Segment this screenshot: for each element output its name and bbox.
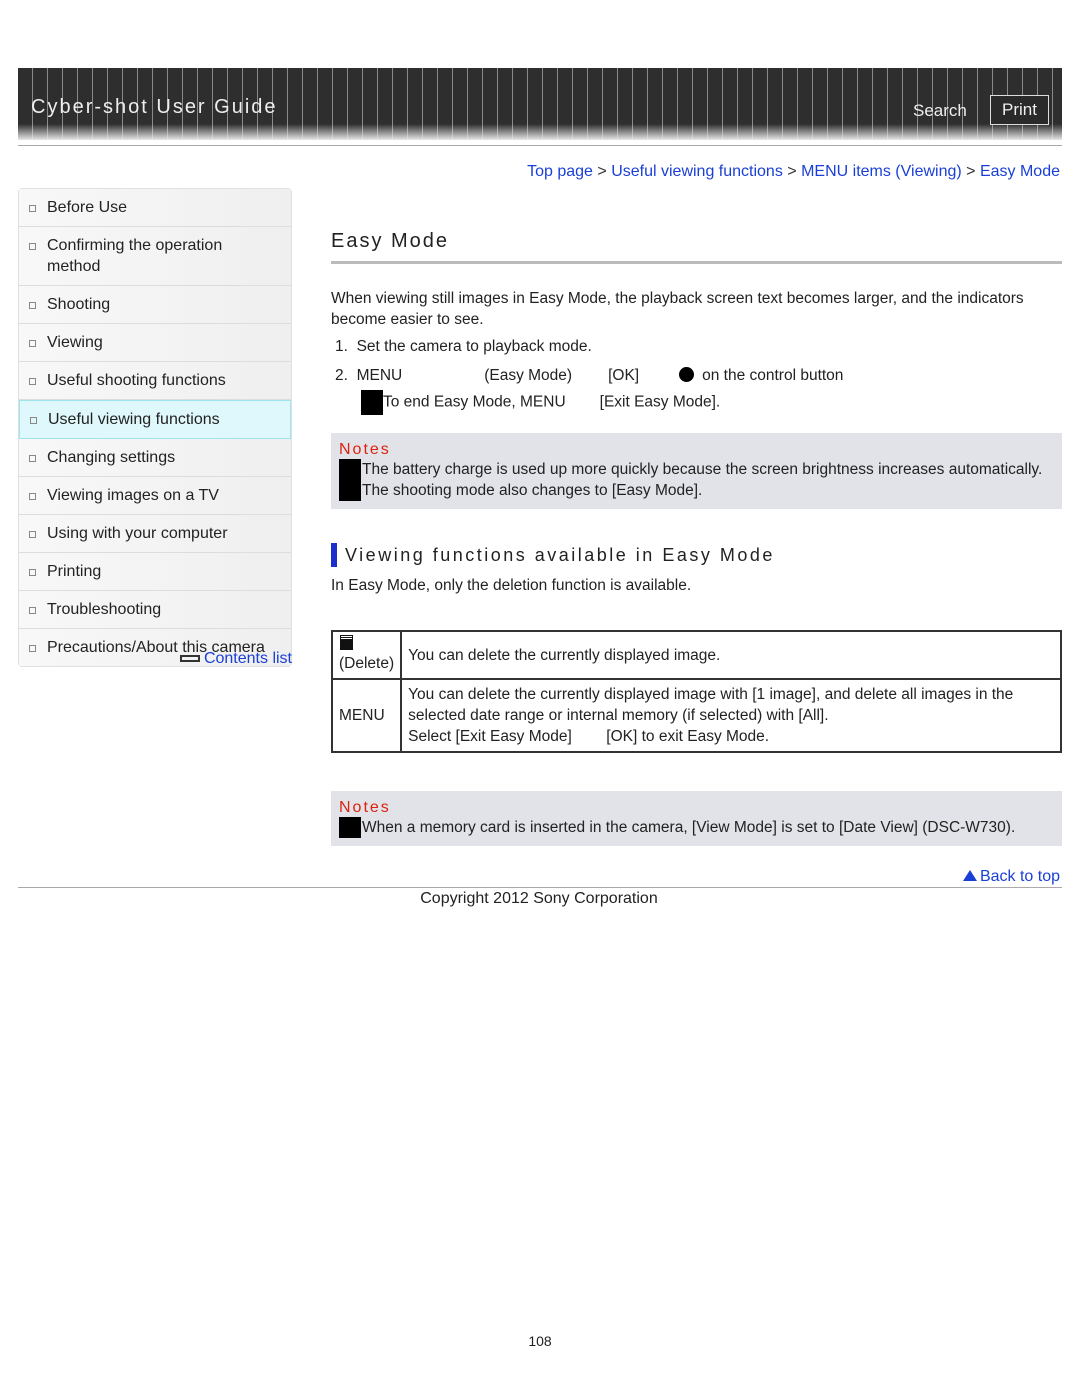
note-line: The battery charge is used up more quick…	[362, 461, 1043, 478]
sidebar-item-label: Confirming the operation method	[47, 237, 223, 275]
note-mark-icon	[339, 459, 361, 501]
table-value-cell: You can delete the currently displayed i…	[400, 678, 1062, 753]
sidebar-item-useful-shooting[interactable]: Useful shooting functions	[19, 362, 291, 400]
breadcrumb-separator: >	[597, 163, 607, 180]
notes-box: Notes The battery charge is used up more…	[331, 433, 1062, 509]
sidebar-item-changing-settings[interactable]: Changing settings	[19, 439, 291, 477]
bullet-icon	[29, 205, 36, 212]
step-note: To end Easy Mode, MENU [Exit Easy Mode].	[331, 390, 1062, 415]
search-button[interactable]: Search	[913, 101, 967, 121]
contents-list-link[interactable]: Contents list	[179, 650, 292, 668]
breadcrumb-separator: >	[966, 163, 976, 180]
sidebar-item-printing[interactable]: Printing	[19, 553, 291, 591]
sidebar-item-label: Using with your computer	[47, 525, 228, 542]
bullet-icon	[29, 645, 36, 652]
guide-title: Cyber-shot User Guide	[31, 96, 278, 118]
sidebar-item-viewing[interactable]: Viewing	[19, 324, 291, 362]
sidebar-item-label: Changing settings	[47, 449, 176, 466]
sidebar-item-confirming[interactable]: Confirming the operation method	[19, 227, 291, 286]
step-number: 1.	[335, 338, 348, 355]
table-key-cell: MENU	[330, 678, 403, 753]
notes-heading: Notes	[339, 441, 391, 458]
arrow-icon	[179, 655, 200, 663]
table-row: MENU You can delete the currently displa…	[330, 678, 1062, 753]
bullet-icon	[29, 493, 36, 500]
sidebar-item-troubleshooting[interactable]: Troubleshooting	[19, 591, 291, 629]
header-banner: Cyber-shot User Guide Search Print	[18, 68, 1062, 140]
breadcrumb-separator: >	[787, 163, 797, 180]
copyright: Copyright 2012 Sony Corporation	[420, 890, 658, 907]
sidebar-nav: Before Use Confirming the operation meth…	[18, 188, 292, 667]
header-divider	[18, 145, 1062, 146]
sidebar-item-label: Before Use	[47, 199, 128, 216]
intro-text: When viewing still images in Easy Mode, …	[331, 290, 1024, 328]
bullet-icon	[30, 417, 37, 424]
footer-divider	[18, 887, 1062, 888]
step-number: 2.	[335, 367, 348, 384]
sidebar-item-label: Viewing images on a TV	[47, 487, 219, 504]
page-title: Easy Mode	[331, 228, 1062, 264]
step-text: (Easy Mode)	[484, 367, 573, 384]
table-value-line: Select [Exit Easy Mode] [OK] to exit Eas…	[408, 728, 770, 745]
sidebar-item-shooting[interactable]: Shooting	[19, 286, 291, 324]
functions-table: (Delete) You can delete the currently di…	[330, 630, 1062, 753]
section-title: Viewing functions available in Easy Mode	[331, 543, 1062, 567]
sidebar-item-label: Troubleshooting	[47, 601, 162, 618]
bullet-icon	[29, 455, 36, 462]
breadcrumb: Top page > Useful viewing functions > ME…	[527, 163, 1060, 181]
up-triangle-icon	[962, 870, 977, 881]
sidebar-item-label: Useful shooting functions	[47, 372, 226, 389]
step-note-text: [Exit Easy Mode].	[599, 393, 721, 411]
control-button-icon	[679, 367, 695, 382]
table-value-line: You can delete the currently displayed i…	[408, 686, 1014, 724]
step-2: 2. MENU (Easy Mode) [OK] on the control but…	[331, 365, 1062, 386]
sidebar-item-useful-viewing[interactable]: Useful viewing functions	[19, 400, 291, 439]
bullet-icon	[29, 378, 36, 385]
step-text: Set the camera to playback mode.	[356, 338, 592, 355]
notes-box: Notes When a memory card is inserted in …	[331, 791, 1062, 846]
section-intro: In Easy Mode, only the deletion function…	[331, 577, 692, 594]
page-number: 108	[528, 1333, 552, 1349]
sidebar-item-label: Printing	[47, 563, 102, 580]
back-to-top-link[interactable]: Back to top	[962, 868, 1060, 886]
back-to-top-label: Back to top	[979, 868, 1060, 885]
print-button[interactable]: Print	[990, 95, 1049, 125]
sidebar-item-computer[interactable]: Using with your computer	[19, 515, 291, 553]
sidebar-item-label: Useful viewing functions	[48, 411, 220, 428]
sidebar-item-tv[interactable]: Viewing images on a TV	[19, 477, 291, 515]
step-note-text: To end Easy Mode, MENU	[383, 393, 566, 411]
delete-label: (Delete)	[339, 655, 395, 672]
bullet-icon	[29, 243, 36, 250]
bullet-icon	[29, 531, 36, 538]
bullet-icon	[29, 607, 36, 614]
main-content: Easy Mode When viewing still images in E…	[330, 228, 1062, 846]
note-line: The shooting mode also changes to [Easy …	[362, 482, 703, 499]
table-value-cell: You can delete the currently displayed i…	[400, 630, 1062, 680]
bullet-icon	[29, 569, 36, 576]
sidebar-item-label: Viewing	[47, 334, 103, 351]
sidebar-item-label: Shooting	[47, 296, 111, 313]
bullet-icon	[29, 340, 36, 347]
notes-heading: Notes	[339, 799, 391, 816]
note-mark-icon	[339, 817, 361, 838]
contents-list-label: Contents list	[203, 650, 292, 667]
table-row: (Delete) You can delete the currently di…	[330, 630, 1062, 680]
step-text: [OK]	[608, 367, 640, 384]
step-text: on the control button	[702, 367, 844, 384]
breadcrumb-top-page[interactable]: Top page	[527, 163, 593, 180]
note-mark-icon	[361, 390, 383, 415]
breadcrumb-menu-items[interactable]: MENU items (Viewing)	[801, 163, 962, 180]
breadcrumb-useful-viewing[interactable]: Useful viewing functions	[611, 163, 783, 180]
step-1: 1. Set the camera to playback mode.	[331, 336, 1062, 357]
sidebar-item-before-use[interactable]: Before Use	[19, 189, 291, 227]
bullet-icon	[29, 302, 36, 309]
table-key-cell: (Delete)	[330, 630, 403, 680]
trash-icon	[340, 635, 353, 650]
breadcrumb-easy-mode[interactable]: Easy Mode	[980, 163, 1060, 180]
step-text: MENU	[356, 367, 403, 384]
note-line: When a memory card is inserted in the ca…	[362, 819, 1016, 836]
